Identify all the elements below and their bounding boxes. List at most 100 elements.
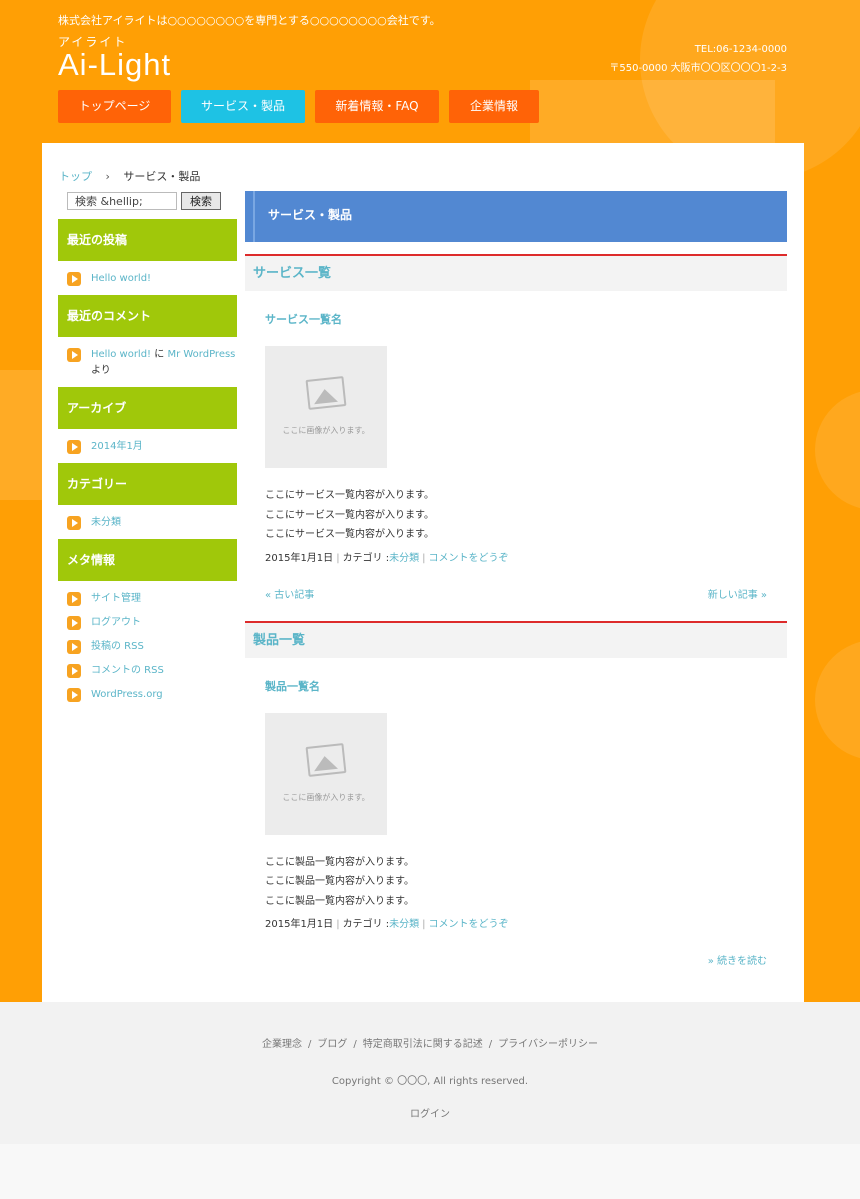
entry-line: ここに製品一覧内容が入ります。 <box>265 895 414 907</box>
footer-link-privacy[interactable]: プライバシーポリシー <box>498 1039 598 1050</box>
address: 〒550-0000 大阪市〇〇区〇〇〇1-2-3 <box>609 63 787 74</box>
list-item: コメントの RSS <box>67 663 237 679</box>
play-arrow-icon <box>67 516 81 530</box>
image-icon <box>305 742 347 777</box>
footer-link-philosophy[interactable]: 企業理念 <box>262 1039 302 1050</box>
entry-line: ここにサービス一覧内容が入ります。 <box>265 490 434 501</box>
nav-news-faq[interactable]: 新着情報・FAQ <box>315 90 439 123</box>
category-label: カテゴリ : <box>342 552 390 564</box>
play-arrow-icon <box>67 592 81 606</box>
decor-square <box>0 370 42 500</box>
list-item: サイト管理 <box>67 591 237 607</box>
section-heading: 製品一覧 <box>245 620 787 658</box>
meta-link-comments-rss[interactable]: コメントの RSS <box>91 665 164 676</box>
list-item: Hello world! に Mr WordPress より <box>67 347 237 379</box>
widget-recent-posts: 最近の投稿 Hello world! <box>58 219 237 287</box>
newer-posts-link[interactable]: 新しい記事 » <box>708 586 767 601</box>
breadcrumb-home[interactable]: トップ <box>59 170 92 183</box>
entry-title-link[interactable]: サービス一覧名 <box>265 311 767 327</box>
footer: 企業理念 / ブログ / 特定商取引法に関する記述 / プライバシーポリシー Copyrig… <box>0 1002 860 1144</box>
meta-link-wordpress[interactable]: WordPress.org <box>91 689 163 700</box>
list-item: 2014年1月 <box>67 439 237 455</box>
category-link[interactable]: 未分類 <box>389 553 419 564</box>
meta-divider: | <box>422 919 426 930</box>
page-title: サービス・製品 <box>245 191 787 242</box>
entry-body: ここにサービス一覧内容が入ります。 ここにサービス一覧内容が入ります。 ここにサ… <box>265 486 767 545</box>
breadcrumb-separator: › <box>105 170 110 183</box>
meta-link-admin[interactable]: サイト管理 <box>91 593 141 604</box>
contact-info: TEL:06-1234-0000 〒550-0000 大阪市〇〇区〇〇〇1-2-… <box>609 40 787 78</box>
content-container: トップ › サービス・製品 検索 最近の投稿 Hello world! 最近のコ… <box>42 143 804 1002</box>
decor-circle <box>815 390 860 510</box>
play-arrow-icon <box>67 440 81 454</box>
footer-separator: / <box>353 1039 357 1050</box>
comment-link[interactable]: コメントをどうぞ <box>429 919 509 930</box>
breadcrumb-current: サービス・製品 <box>123 170 201 183</box>
category-link[interactable]: 未分類 <box>389 919 419 930</box>
image-placeholder: ここに画像が入ります。 <box>265 712 387 835</box>
widget-title: メタ情報 <box>58 539 237 581</box>
nav-company-info[interactable]: 企業情報 <box>449 90 539 123</box>
nav-services-products[interactable]: サービス・製品 <box>181 90 305 123</box>
entry-date: 2015年1月1日 <box>265 552 334 564</box>
play-arrow-icon <box>67 616 81 630</box>
older-posts-link[interactable]: « 古い記事 <box>265 586 314 601</box>
widget-archives: アーカイブ 2014年1月 <box>58 387 237 455</box>
image-icon <box>305 376 347 410</box>
entry-line: ここに製品一覧内容が入ります。 <box>265 876 414 887</box>
meta-link-logout[interactable]: ログアウト <box>91 617 141 628</box>
archive-link[interactable]: 2014年1月 <box>91 441 143 452</box>
logo-wordmark: Ai-Light <box>58 47 172 82</box>
entry-body: ここに製品一覧内容が入ります。 ここに製品一覧内容が入ります。 ここに製品一覧内… <box>265 853 767 912</box>
list-item: 未分類 <box>67 515 237 531</box>
widget-title: カテゴリー <box>58 463 237 505</box>
comment-author-link[interactable]: Mr WordPress <box>167 349 235 360</box>
list-item: WordPress.org <box>67 687 237 703</box>
list-item: 投稿の RSS <box>67 639 237 655</box>
entry-line: ここにサービス一覧内容が入ります。 <box>265 509 434 521</box>
play-arrow-icon <box>67 272 81 286</box>
search-button[interactable]: 検索 <box>181 192 221 210</box>
widget-meta: メタ情報 サイト管理 ログアウト 投稿の RSS コメントの RSS WordP… <box>58 539 237 703</box>
comment-suffix: より <box>91 365 111 376</box>
footer-separator: / <box>488 1039 493 1050</box>
sidebar: 検索 最近の投稿 Hello world! 最近のコメント Hello worl… <box>58 191 237 711</box>
post-pager: « 古い記事 新しい記事 » <box>265 586 767 621</box>
footer-link-commerce-law[interactable]: 特定商取引法に関する記述 <box>363 1039 483 1050</box>
read-more-link[interactable]: » 続きを読む <box>708 952 767 967</box>
footer-separator: / <box>308 1039 312 1050</box>
section-heading: サービス一覧 <box>245 254 787 291</box>
comment-connector: に <box>154 349 165 360</box>
meta-link-posts-rss[interactable]: 投稿の RSS <box>91 641 144 652</box>
entry-title-link[interactable]: 製品一覧名 <box>265 678 767 694</box>
search-input[interactable] <box>67 192 177 210</box>
nav-top-page[interactable]: トップページ <box>58 90 171 123</box>
play-arrow-icon <box>67 348 81 362</box>
comment-post-link[interactable]: Hello world! <box>91 349 151 360</box>
entry-meta: 2015年1月1日 | カテゴリ :未分類 | コメントをどうぞ <box>265 549 767 564</box>
service-section: サービス一覧 サービス一覧名 ここに画像が入ります。 ここにサービス一覧内容が入… <box>245 254 787 621</box>
category-link[interactable]: 未分類 <box>91 517 121 528</box>
widget-title: 最近のコメント <box>58 295 237 337</box>
site-tagline: 株式会社アイライトは○○○○○○○○を専門とする○○○○○○○○会社です。 <box>58 14 441 27</box>
site-logo[interactable]: アイライト Ai-Light <box>58 36 171 81</box>
global-nav: トップページ サービス・製品 新着情報・FAQ 企業情報 <box>58 90 549 123</box>
comment-link[interactable]: コメントをどうぞ <box>429 553 509 564</box>
copyright: Copyright © 〇〇〇, All rights reserved. <box>331 1076 529 1087</box>
image-placeholder: ここに画像が入ります。 <box>265 346 387 468</box>
bottom-strip <box>0 1144 860 1199</box>
entry-meta: 2015年1月1日 | カテゴリ :未分類 | コメントをどうぞ <box>265 915 767 930</box>
footer-link-blog[interactable]: ブログ <box>317 1039 347 1050</box>
phone-number: TEL:06-1234-0000 <box>694 44 787 55</box>
entry-date: 2015年1月1日 <box>265 919 334 930</box>
post-link[interactable]: Hello world! <box>91 273 151 284</box>
main-content: サービス・製品 サービス一覧 サービス一覧名 ここに画像が入ります。 ここにサー… <box>245 191 787 987</box>
category-label: カテゴリ : <box>342 919 390 930</box>
play-arrow-icon <box>67 688 81 702</box>
decor-circle <box>815 640 860 760</box>
login-link[interactable]: ログイン <box>0 1105 860 1120</box>
widget-categories: カテゴリー 未分類 <box>58 463 237 531</box>
play-arrow-icon <box>67 664 81 678</box>
image-caption: ここに画像が入ります。 <box>282 426 370 435</box>
breadcrumb: トップ › サービス・製品 <box>59 168 200 184</box>
